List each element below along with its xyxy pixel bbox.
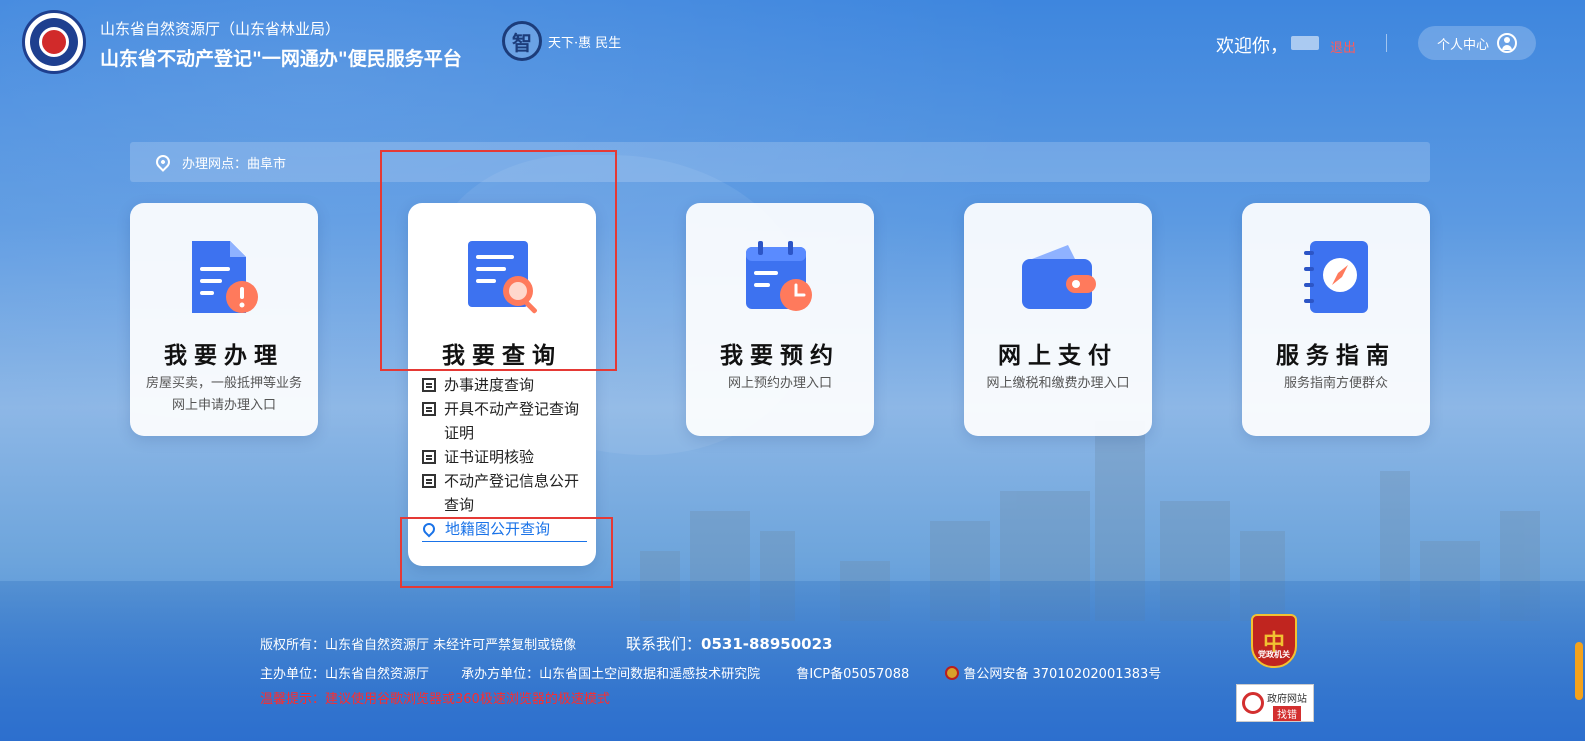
party-government-badge[interactable]: 中 党政机关 <box>1251 614 1297 668</box>
card-service-guide[interactable]: 服务指南 服务指南方便群众 <box>1242 203 1430 436</box>
water-background <box>0 581 1585 741</box>
slogan-text: 天下·惠 民生 <box>548 35 622 51</box>
card-title: 网上支付 <box>998 343 1118 369</box>
slogan-badge: 智 <box>502 21 542 61</box>
user-center-label: 个人中心 <box>1436 37 1489 53</box>
query-submenu: 办事进度查询 开具不动产登记查询证明 证书证明核验 不动产登记信息公开查询 地籍… <box>420 373 587 542</box>
card-desc: 服务指南方便群众 <box>1283 376 1388 391</box>
menu-item-progress-query[interactable]: 办事进度查询 <box>422 373 587 397</box>
document-alert-icon <box>192 241 258 313</box>
card-online-payment[interactable]: 网上支付 网上缴税和缴费办理入口 <box>964 203 1152 436</box>
footer-host-line: 主办单位：山东省自然资源厅 承办方单位：山东省国土空间数据和遥感技术研究院 鲁I… <box>260 663 1161 682</box>
menu-item-certificate-verify[interactable]: 证书证明核验 <box>422 445 587 469</box>
card-title: 服务指南 <box>1276 343 1396 369</box>
location-pin-icon <box>153 152 173 172</box>
location-pin-icon <box>420 520 438 538</box>
calendar-clock-icon <box>746 241 812 311</box>
card-query[interactable]: 我要查询 办事进度查询 开具不动产登记查询证明 证书证明核验 不动产登记信息公开… <box>408 203 596 566</box>
user-center-button[interactable]: 个人中心 <box>1418 26 1536 60</box>
scrollbar-thumb[interactable] <box>1575 642 1583 700</box>
menu-item-cadastral-map-query[interactable]: 地籍图公开查询 <box>420 517 587 542</box>
document-search-icon <box>468 241 537 314</box>
menu-item-registration-certificate[interactable]: 开具不动产登记查询证明 <box>422 397 587 445</box>
username-redacted <box>1291 36 1319 50</box>
contact-phone: 0531-88950023 <box>701 635 833 653</box>
card-title: 我要办理 <box>164 343 284 369</box>
welcome-text: 欢迎你， <box>1216 36 1288 57</box>
save-icon <box>422 450 436 464</box>
compass-book-icon <box>1304 241 1368 313</box>
menu-item-public-info-query[interactable]: 不动产登记信息公开查询 <box>422 469 587 517</box>
card-desc: 网上缴税和缴费办理入口 <box>986 376 1130 391</box>
icp-link[interactable]: 鲁ICP备05057088 <box>796 667 909 682</box>
wallet-icon <box>1022 245 1096 309</box>
logout-link[interactable]: 退出 <box>1330 37 1356 56</box>
certificate-icon <box>422 402 436 416</box>
card-desc: 网上预约办理入口 <box>727 376 832 391</box>
list-icon <box>422 378 436 392</box>
slogan-logo: 智 天下·惠 民生 <box>502 16 652 66</box>
copyright-text: 版权所有：山东省自然资源厅 未经许可严禁复制或镜像 <box>260 638 577 653</box>
police-record-link[interactable]: 鲁公网安备 37010202001383号 <box>945 666 1161 682</box>
card-title: 我要查询 <box>442 343 562 369</box>
search-icon <box>1242 692 1264 714</box>
location-text: 办理网点：曲阜市 <box>182 156 287 172</box>
browser-tip: 温馨提示：建议使用谷歌浏览器或360极速浏览器的极速模式 <box>260 692 610 707</box>
card-apply[interactable]: 我要办理 房屋买卖，一般抵押等业务网上申请办理入口 <box>130 203 318 436</box>
location-bar: 办理网点：曲阜市 <box>130 142 1430 182</box>
card-desc: 房屋买卖，一般抵押等业务网上申请办理入口 <box>145 376 302 413</box>
police-badge-icon <box>945 666 960 680</box>
list-icon <box>422 474 436 488</box>
card-appointment[interactable]: 我要预约 网上预约办理入口 <box>686 203 874 436</box>
undertaker-org: 承办方单位：山东省国土空间数据和遥感技术研究院 <box>461 667 761 682</box>
host-org: 主办单位：山东省自然资源厅 <box>260 667 430 682</box>
platform-title: 山东省不动产登记"一网通办"便民服务平台 <box>100 48 462 70</box>
user-icon <box>1497 33 1517 53</box>
org-name: 山东省自然资源厅（山东省林业局） <box>100 20 341 38</box>
contact-info: 联系我们：0531-88950023 <box>626 635 833 653</box>
real-estate-registration-logo <box>22 10 86 74</box>
header-divider <box>1386 34 1387 52</box>
gov-website-error-report-badge[interactable]: 政府网站 找错 <box>1236 684 1314 722</box>
card-title: 我要预约 <box>720 343 840 369</box>
